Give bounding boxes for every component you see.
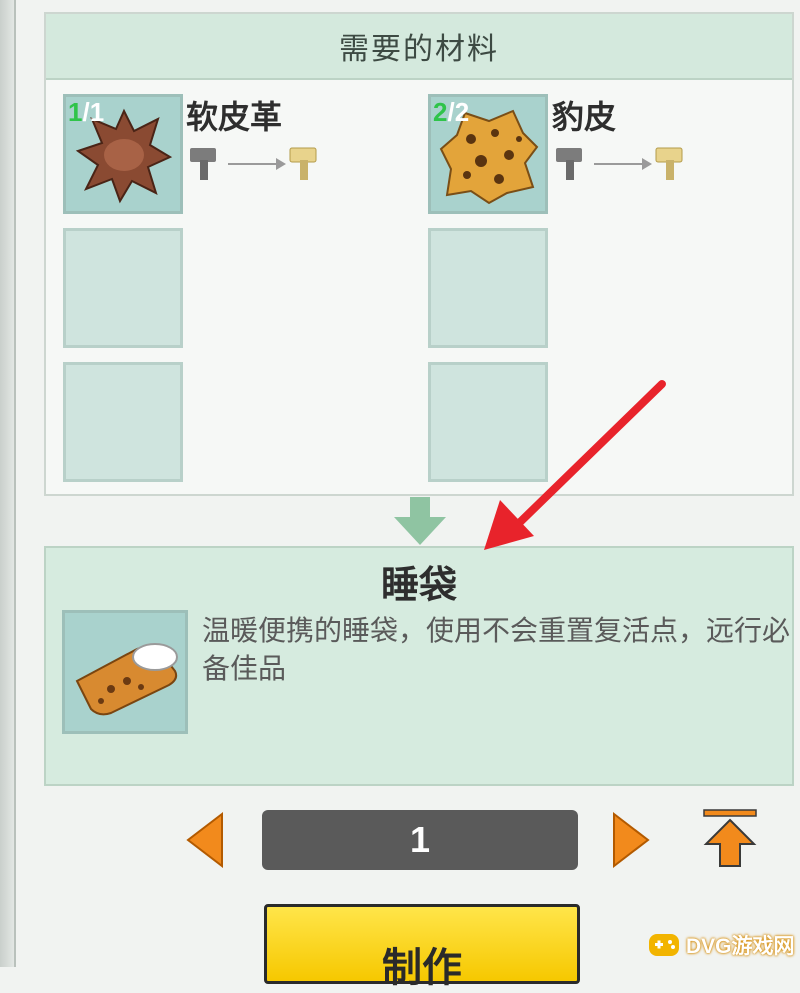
empty-material-slot[interactable] bbox=[428, 228, 548, 348]
result-description: 温暖便携的睡袋，使用不会重置复活点，远行必备佳品 bbox=[202, 614, 791, 685]
sleeping-bag-icon bbox=[71, 627, 181, 721]
arrow-right-icon bbox=[594, 158, 652, 170]
result-panel: 睡袋 温暖便携的睡袋，使用不会重置复活点，远行必备佳品 bbox=[44, 546, 794, 786]
tool-upgrade-row bbox=[186, 142, 326, 186]
quantity-increase-button[interactable] bbox=[612, 812, 650, 868]
make-button[interactable]: 制作 bbox=[264, 904, 580, 991]
arrow-right-icon bbox=[228, 158, 286, 170]
left-scroll-strip bbox=[0, 0, 16, 967]
hammer-gold-icon bbox=[289, 147, 317, 180]
watermark-text: DVG游戏网 bbox=[686, 934, 795, 958]
gamepad-icon bbox=[649, 933, 679, 956]
empty-material-slot[interactable] bbox=[63, 362, 183, 482]
material-count: 2/2 bbox=[433, 97, 470, 127]
material-name-soft-leather: 软皮革 bbox=[186, 98, 283, 136]
hammer-gold-icon bbox=[655, 147, 683, 180]
hammer-gray-icon bbox=[556, 148, 582, 180]
materials-title: 需要的材料 bbox=[46, 14, 792, 80]
quantity-decrease-button[interactable] bbox=[186, 812, 224, 868]
empty-material-slot[interactable] bbox=[428, 362, 548, 482]
hammer-gray-icon bbox=[190, 148, 216, 180]
quantity-value: 1 bbox=[409, 819, 431, 860]
result-item-slot[interactable] bbox=[62, 610, 188, 734]
empty-material-slot[interactable] bbox=[63, 228, 183, 348]
material-count: 1/1 bbox=[68, 97, 105, 127]
quantity-max-button[interactable] bbox=[702, 808, 758, 868]
watermark-logo: DVG游戏网 bbox=[648, 922, 800, 967]
arrow-down-icon bbox=[394, 497, 446, 545]
result-name: 睡袋 bbox=[380, 563, 457, 607]
quantity-display[interactable]: 1 bbox=[262, 810, 578, 870]
tool-upgrade-row bbox=[552, 142, 692, 186]
material-slot-leopard-skin[interactable]: 2/2 bbox=[428, 94, 548, 214]
material-slot-soft-leather[interactable]: 1/1 bbox=[63, 94, 183, 214]
materials-panel: 需要的材料 1/1 软皮革 2/2 豹皮 bbox=[44, 12, 794, 496]
material-name-leopard-skin: 豹皮 bbox=[552, 98, 617, 136]
